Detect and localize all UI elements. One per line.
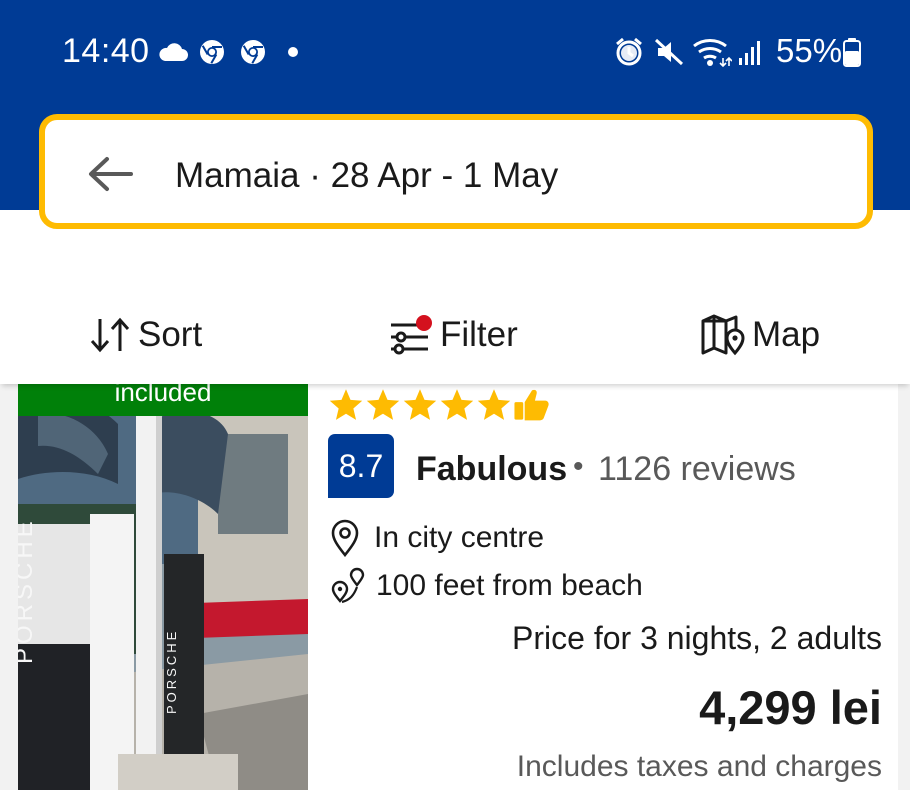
chrome-icon [200,40,224,64]
star-icon [366,389,400,420]
map-button[interactable]: Map [700,311,820,359]
star-icon [329,389,363,420]
location-pin-icon [331,519,359,557]
search-summary-text[interactable]: Mamaia · 28 Apr - 1 May [175,156,558,196]
thumbs-up-icon [514,389,549,421]
review-score-badge: 8.7 [328,434,394,498]
back-arrow-icon[interactable] [87,156,133,192]
results-toolbar: Sort Filter Map [0,287,910,384]
status-bar: 14:40 55% [0,0,910,105]
cloud-icon [159,43,188,61]
filter-label: Filter [440,315,518,354]
map-label: Map [752,315,821,354]
star-icon [440,389,474,420]
property-photo-image: PORSCHE PORSCHE [18,384,308,790]
star-rating [328,385,551,425]
location-text: In city centre [374,521,545,554]
included-badge: included [18,384,308,416]
photo-sign-text-small: PORSCHE [164,629,179,714]
star-icon [477,389,511,420]
taxes-note: Includes taxes and charges [516,750,882,783]
battery-percentage: 55% [776,32,843,69]
results-list: PORSCHE PORSCHE included 8.7 Fabulous • … [0,384,910,790]
mute-icon [654,38,684,66]
filter-button[interactable]: Filter [388,311,518,359]
property-photo[interactable]: PORSCHE PORSCHE included [18,384,308,790]
map-icon [701,314,745,356]
signal-icon [739,41,760,65]
review-count[interactable]: 1126 reviews [598,450,796,489]
chrome-icon [241,40,265,64]
sort-label: Sort [138,315,203,354]
review-score-word: Fabulous [416,450,568,488]
alarm-icon [616,37,642,66]
sort-button[interactable]: Sort [88,311,202,359]
notification-dot-icon [288,47,298,57]
price-for-text: Price for 3 nights, 2 adults [512,620,882,656]
property-card[interactable]: PORSCHE PORSCHE included 8.7 Fabulous • … [18,384,898,790]
route-pins-icon [331,567,365,604]
star-icon [403,389,437,420]
battery-icon [843,38,861,67]
status-time: 14:40 [62,32,150,70]
search-summary-box[interactable]: Mamaia · 28 Apr - 1 May [39,114,873,229]
beach-distance-row: 100 feet from beach [330,566,643,606]
beach-distance-text: 100 feet from beach [376,569,643,602]
sort-arrows-icon [90,317,130,353]
wifi-icon [693,39,732,68]
price-value: 4,299 lei [699,681,882,734]
rating-separator: • [573,450,584,483]
location-row: In city centre [330,518,544,558]
photo-sign-text: PORSCHE [18,517,38,664]
filter-sliders-icon [391,315,432,355]
